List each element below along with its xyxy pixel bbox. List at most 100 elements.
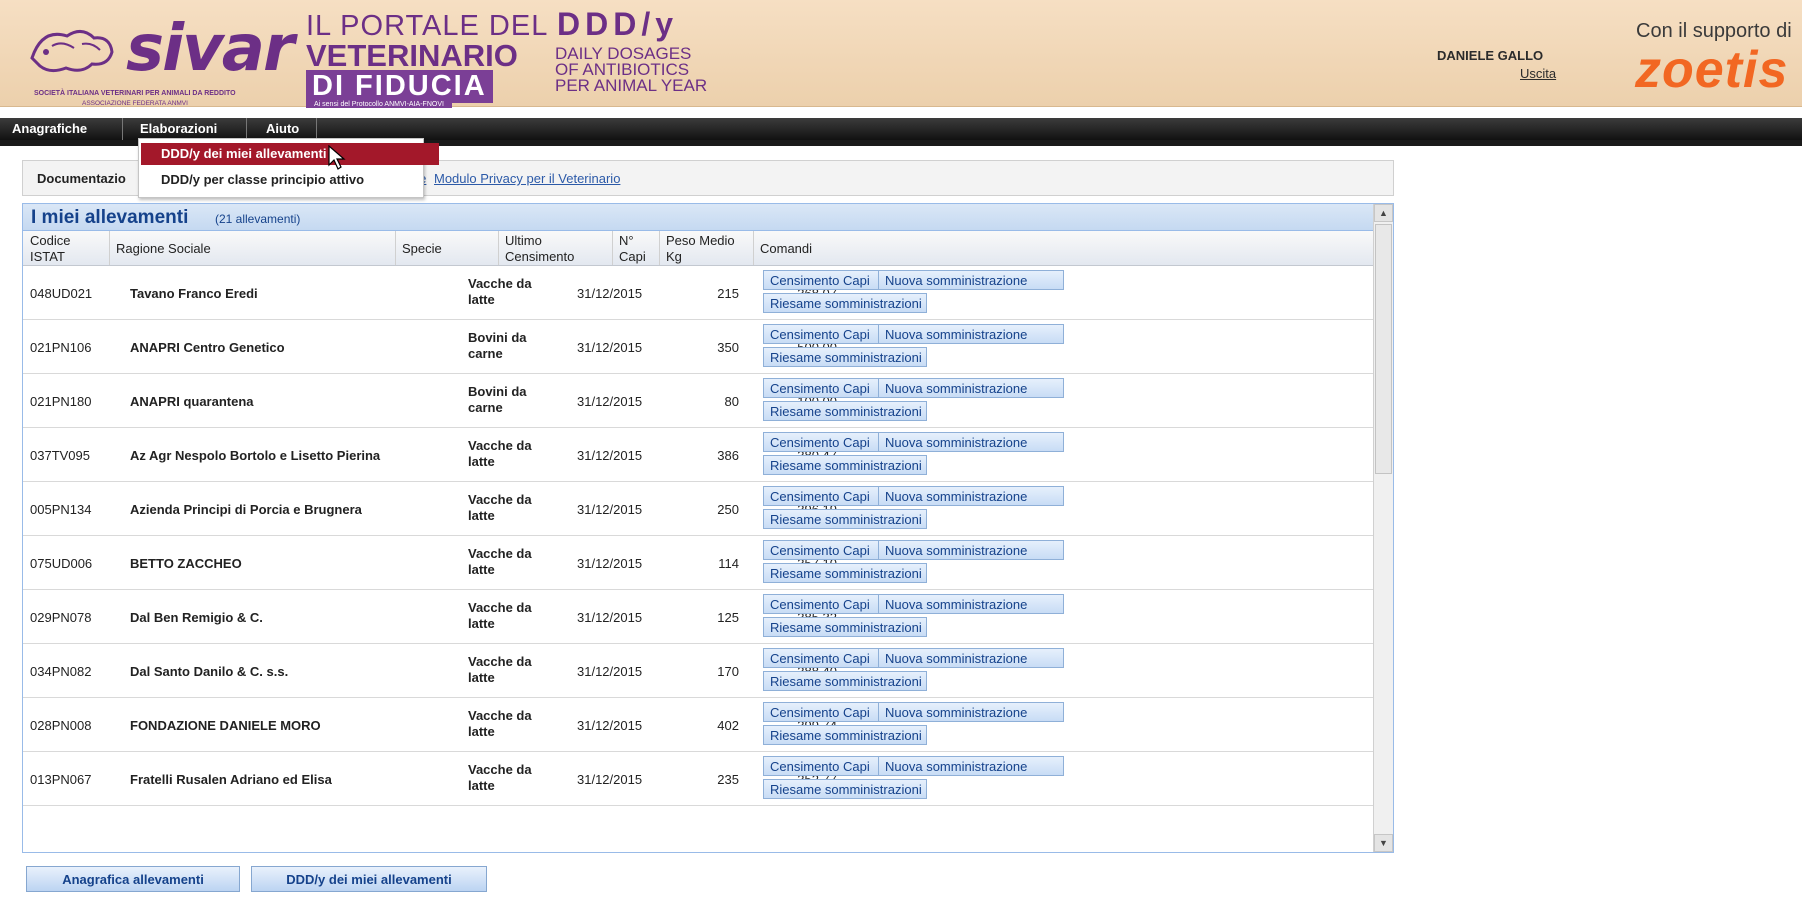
table-row[interactable]: 075UD006 BETTO ZACCHEO Vacche da latte 31/12… — [23, 536, 1373, 590]
censimento-capi-button[interactable]: Censimento Capi — [763, 378, 885, 398]
cell-capi: 350 — [717, 340, 739, 355]
table-row[interactable]: 037TV095 Az Agr Nespolo Bortolo e Lisetto… — [23, 428, 1373, 482]
riesame-somministrazioni-button[interactable]: Riesame somministrazioni — [763, 617, 927, 637]
table-row[interactable]: 029PN078 Dal Ben Remigio & C. Vacche da lat… — [23, 590, 1373, 644]
cell-capi: 215 — [717, 286, 739, 301]
cell-codice-istat: 028PN008 — [30, 718, 92, 733]
col-capi-l2: Capi — [619, 249, 646, 264]
table-row[interactable]: 013PN067 Fratelli Rusalen Adriano ed Elis… — [23, 752, 1373, 806]
nuova-somministrazione-button[interactable]: Nuova somministrazione — [878, 432, 1064, 452]
ddd-line3: PER ANIMAL YEAR — [555, 76, 708, 95]
elaborazioni-dropdown: DDD/y dei miei allevamenti DDD/y per cla… — [138, 138, 439, 198]
col-capi[interactable]: N° Capi — [619, 233, 646, 265]
col-specie[interactable]: Specie — [402, 241, 442, 257]
ddd-miei-allevamenti-button[interactable]: DDD/y dei miei allevamenti — [251, 866, 487, 892]
cell-capi: 235 — [717, 772, 739, 787]
riesame-somministrazioni-button[interactable]: Riesame somministrazioni — [763, 671, 927, 691]
cell-ultimo-censimento: 31/12/2015 — [577, 502, 643, 517]
riesame-somministrazioni-button[interactable]: Riesame somministrazioni — [763, 401, 927, 421]
dropdown-item-ddd-classe[interactable]: DDD/y per classe principio attivo — [141, 169, 423, 191]
cell-codice-istat: 029PN078 — [30, 610, 92, 625]
cell-specie: Vacche da latte — [468, 276, 548, 308]
portale-line2: VETERINARIO — [306, 38, 518, 73]
nuova-somministrazione-button[interactable]: Nuova somministrazione — [878, 378, 1064, 398]
col-ultimo-censimento[interactable]: Ultimo Censimento — [505, 233, 574, 265]
censimento-capi-button[interactable]: Censimento Capi — [763, 270, 885, 290]
cell-specie-l1: Vacche da — [468, 600, 532, 615]
menu-aiuto[interactable]: Aiuto — [256, 118, 309, 140]
col-ragione-sociale[interactable]: Ragione Sociale — [116, 241, 211, 257]
nuova-somministrazione-button[interactable]: Nuova somministrazione — [878, 702, 1064, 722]
col-comandi[interactable]: Comandi — [760, 241, 812, 257]
table-row[interactable]: 028PN008 FONDAZIONE DANIELE MORO Vacche da… — [23, 698, 1373, 752]
riesame-somministrazioni-button[interactable]: Riesame somministrazioni — [763, 455, 927, 475]
menu-anagrafiche[interactable]: Anagrafiche — [2, 118, 97, 140]
dropdown-item-ddd-allevamenti[interactable]: DDD/y dei miei allevamenti — [141, 143, 439, 165]
table-row[interactable]: 034PN082 Dal Santo Danilo & C. s.s. Vacche… — [23, 644, 1373, 698]
scroll-up-icon[interactable]: ▲ — [1374, 204, 1393, 222]
cell-specie-l2: latte — [468, 454, 495, 469]
cell-specie-l2: carne — [468, 400, 503, 415]
table-row[interactable]: 048UD021 Tavano Franco Eredi Vacche da latt… — [23, 266, 1373, 320]
cell-ragione-sociale: ANAPRI Centro Genetico — [130, 340, 285, 355]
cell-specie-l2: latte — [468, 670, 495, 685]
column-separator — [659, 231, 660, 265]
censimento-capi-button[interactable]: Censimento Capi — [763, 432, 885, 452]
censimento-capi-button[interactable]: Censimento Capi — [763, 486, 885, 506]
anagrafica-allevamenti-button[interactable]: Anagrafica allevamenti — [26, 866, 240, 892]
menu-separator — [246, 118, 247, 140]
cell-specie: Vacche da latte — [468, 546, 548, 578]
riesame-somministrazioni-button[interactable]: Riesame somministrazioni — [763, 563, 927, 583]
cell-ragione-sociale: ANAPRI quarantena — [130, 394, 254, 409]
col-peso-medio[interactable]: Peso Medio Kg — [666, 233, 735, 265]
censimento-capi-button[interactable]: Censimento Capi — [763, 540, 885, 560]
riesame-somministrazioni-button[interactable]: Riesame somministrazioni — [763, 293, 927, 313]
censimento-capi-button[interactable]: Censimento Capi — [763, 702, 885, 722]
cell-specie: Vacche da latte — [468, 762, 548, 794]
nuova-somministrazione-button[interactable]: Nuova somministrazione — [878, 540, 1064, 560]
cow-horse-icon — [30, 30, 114, 73]
cell-specie: Vacche da latte — [468, 654, 548, 686]
riesame-somministrazioni-button[interactable]: Riesame somministrazioni — [763, 347, 927, 367]
link-privacy-veterinario[interactable]: Modulo Privacy per il Veterinario — [434, 171, 620, 186]
cell-specie-l1: Vacche da — [468, 654, 532, 669]
nuova-somministrazione-button[interactable]: Nuova somministrazione — [878, 486, 1064, 506]
column-separator — [109, 231, 110, 265]
allevamenti-grid-panel: I miei allevamenti (21 allevamenti) Codi… — [22, 203, 1394, 853]
col-codice[interactable]: Codice ISTAT — [30, 233, 70, 265]
cell-ragione-sociale: FONDAZIONE DANIELE MORO — [130, 718, 321, 733]
cell-capi: 386 — [717, 448, 739, 463]
sivar-federation: ASSOCIAZIONE FEDERATA ANMVI — [82, 100, 188, 107]
cell-ragione-sociale: Tavano Franco Eredi — [130, 286, 258, 301]
cell-codice-istat: 037TV095 — [30, 448, 90, 463]
riesame-somministrazioni-button[interactable]: Riesame somministrazioni — [763, 725, 927, 745]
censimento-capi-button[interactable]: Censimento Capi — [763, 756, 885, 776]
table-row[interactable]: 005PN134 Azienda Principi di Porcia e Bru… — [23, 482, 1373, 536]
riesame-somministrazioni-button[interactable]: Riesame somministrazioni — [763, 509, 927, 529]
table-row[interactable]: 021PN106 ANAPRI Centro Genetico Bovini da c… — [23, 320, 1373, 374]
column-separator — [395, 231, 396, 265]
vertical-scrollbar[interactable]: ▲ ▼ — [1373, 204, 1393, 852]
logout-link[interactable]: Uscita — [1520, 66, 1556, 81]
cell-codice-istat: 005PN134 — [30, 502, 92, 517]
scroll-down-icon[interactable]: ▼ — [1374, 834, 1393, 852]
nuova-somministrazione-button[interactable]: Nuova somministrazione — [878, 648, 1064, 668]
cell-specie: Vacche da latte — [468, 600, 548, 632]
censimento-capi-button[interactable]: Censimento Capi — [763, 324, 885, 344]
cell-specie: Bovini da carne — [468, 330, 548, 362]
menu-elaborazioni[interactable]: Elaborazioni — [130, 118, 227, 140]
nuova-somministrazione-button[interactable]: Nuova somministrazione — [878, 324, 1064, 344]
riesame-somministrazioni-button[interactable]: Riesame somministrazioni — [763, 779, 927, 799]
ddd-title: DDD/y — [557, 6, 679, 42]
nuova-somministrazione-button[interactable]: Nuova somministrazione — [878, 756, 1064, 776]
nuova-somministrazione-button[interactable]: Nuova somministrazione — [878, 270, 1064, 290]
cell-ultimo-censimento: 31/12/2015 — [577, 286, 643, 301]
cell-codice-istat: 021PN106 — [30, 340, 92, 355]
nuova-somministrazione-button[interactable]: Nuova somministrazione — [878, 594, 1064, 614]
table-row[interactable]: 021PN180 ANAPRI quarantena Bovini da carne 3… — [23, 374, 1373, 428]
censimento-capi-button[interactable]: Censimento Capi — [763, 648, 885, 668]
scrollbar-thumb[interactable] — [1375, 224, 1392, 474]
cell-specie: Vacche da latte — [468, 492, 548, 524]
cell-ultimo-censimento: 31/12/2015 — [577, 556, 643, 571]
censimento-capi-button[interactable]: Censimento Capi — [763, 594, 885, 614]
